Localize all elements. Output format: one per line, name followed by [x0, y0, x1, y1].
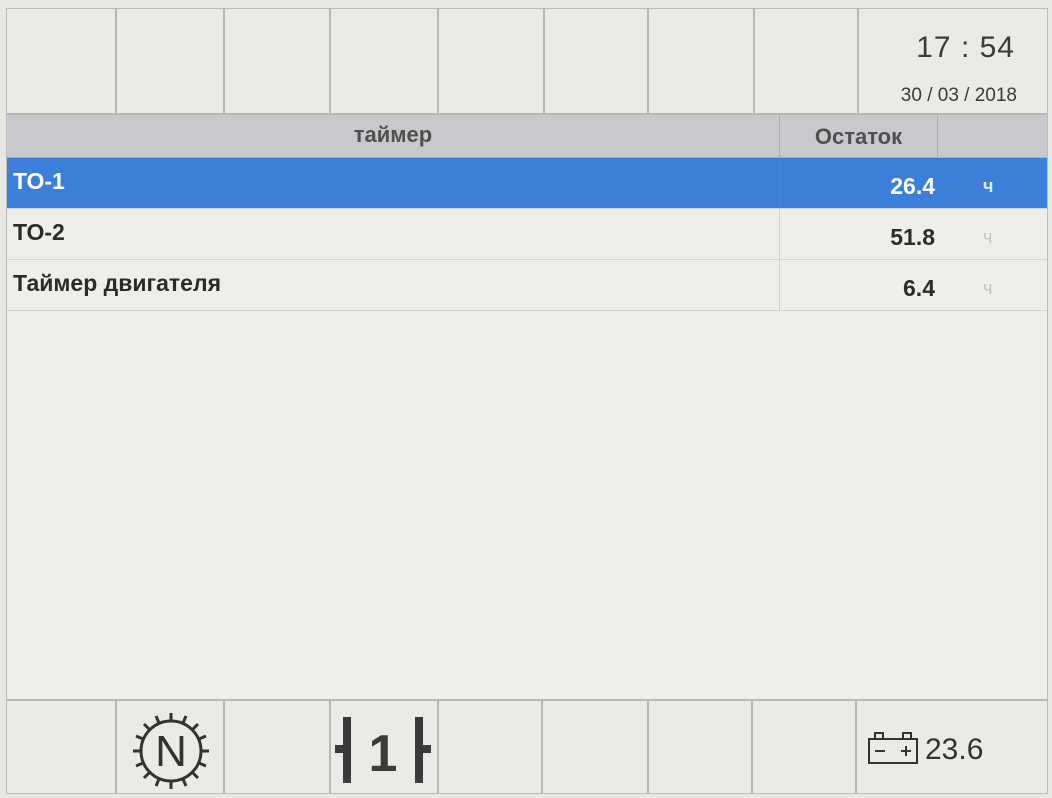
- row-unit: ч: [983, 278, 993, 298]
- battery-icon: [867, 727, 921, 772]
- row-unit: ч: [983, 227, 993, 247]
- top-slot-8[interactable]: [755, 9, 859, 113]
- timer-table: таймер Остаток ТО-1 26.4 ч ТО-2 51.8 ч Т…: [7, 115, 1047, 311]
- gear-position-number: 1: [369, 725, 398, 783]
- neutral-gear-icon: N: [123, 703, 219, 793]
- battery-panel: 23.6: [857, 701, 1047, 793]
- bottom-status-bar: N 1 23.6: [7, 699, 1047, 793]
- top-slot-3[interactable]: [225, 9, 331, 113]
- bottom-slot-neutral[interactable]: N: [117, 701, 225, 793]
- top-status-bar: 17 : 54 30 / 03 / 2018: [7, 9, 1047, 115]
- display-screen: 17 : 54 30 / 03 / 2018 таймер Остаток ТО…: [6, 8, 1048, 794]
- row-value: 51.8: [890, 224, 935, 250]
- top-slot-2[interactable]: [117, 9, 225, 113]
- row-value: 6.4: [903, 275, 935, 301]
- bottom-slot-gearbox[interactable]: 1: [331, 701, 439, 793]
- header-remaining: Остаток: [780, 115, 938, 157]
- clock-panel: 17 : 54 30 / 03 / 2018: [859, 9, 1047, 113]
- table-row-to1[interactable]: ТО-1 26.4 ч: [7, 158, 1047, 209]
- table-row-to2[interactable]: ТО-2 51.8 ч: [7, 209, 1047, 260]
- clock-time: 17 : 54: [916, 31, 1015, 64]
- top-slot-1[interactable]: [7, 9, 117, 113]
- bottom-slot-6[interactable]: [543, 701, 649, 793]
- bottom-slot-3[interactable]: [225, 701, 331, 793]
- top-slot-6[interactable]: [545, 9, 649, 113]
- gear-indicator-letter: N: [155, 727, 187, 776]
- column-divider: [779, 260, 780, 310]
- top-slot-7[interactable]: [649, 9, 755, 113]
- bottom-slot-5[interactable]: [439, 701, 543, 793]
- bottom-slot-1[interactable]: [7, 701, 117, 793]
- header-timer: таймер: [7, 115, 780, 157]
- row-name: ТО-1: [13, 168, 65, 194]
- battery-voltage: 23.6: [925, 732, 984, 766]
- column-divider: [779, 209, 780, 259]
- table-header: таймер Остаток: [7, 115, 1047, 158]
- bottom-slot-7[interactable]: [649, 701, 753, 793]
- table-row-engine-timer[interactable]: Таймер двигателя 6.4 ч: [7, 260, 1047, 311]
- top-slot-4[interactable]: [331, 9, 439, 113]
- clock-date: 30 / 03 / 2018: [900, 85, 1017, 106]
- bottom-slot-8[interactable]: [753, 701, 857, 793]
- column-divider: [779, 158, 780, 208]
- row-value: 26.4: [890, 173, 935, 199]
- top-slot-5[interactable]: [439, 9, 545, 113]
- row-name: ТО-2: [13, 219, 65, 245]
- row-unit: ч: [983, 176, 994, 196]
- row-name: Таймер двигателя: [13, 270, 221, 296]
- gearbox-position-icon: 1: [333, 709, 433, 793]
